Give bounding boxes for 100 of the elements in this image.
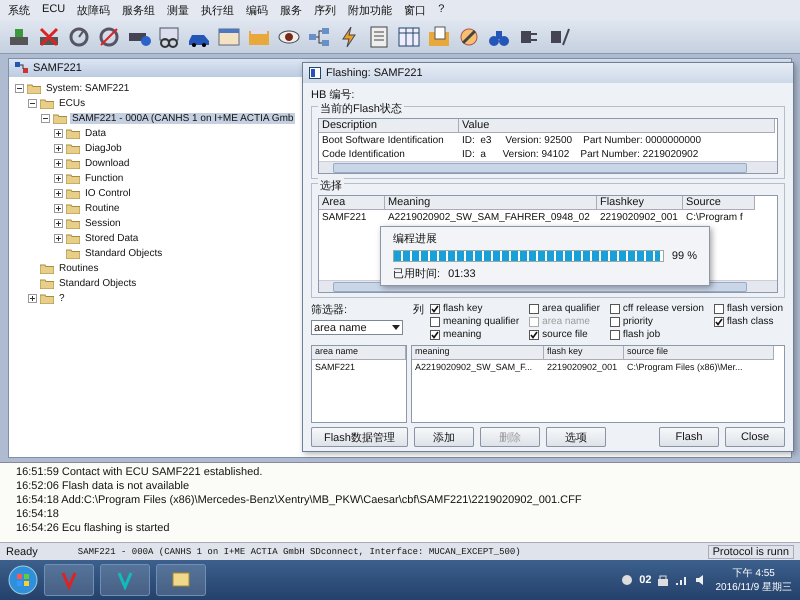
dialog-title: Flashing: SAMF221 (326, 67, 423, 79)
checkbox[interactable]: area qualifier (529, 302, 602, 315)
folder-icon (66, 203, 80, 214)
tree-item[interactable]: Routines (57, 263, 100, 274)
column-header[interactable]: meaning (412, 346, 544, 360)
menu-item[interactable]: ? (438, 3, 444, 17)
menu-item[interactable]: 编码 (246, 3, 268, 17)
button[interactable]: 选项 (546, 427, 606, 447)
tree-item[interactable]: System: SAMF221 (44, 83, 132, 94)
folder-icon (66, 173, 80, 184)
checkbox[interactable]: source file (529, 328, 602, 341)
folder-icon (66, 218, 80, 229)
log-line: 16:54:18 Add:C:\Program Files (x86)\Mercedes-Benz\Xentry\MB_PKW\Caesar\cbf\SAMF221\2219020902_001.CFF (16, 494, 583, 508)
filter-dropdown[interactable]: area name (311, 320, 403, 335)
tray-icon[interactable] (621, 574, 634, 586)
collapse-icon[interactable] (15, 84, 24, 93)
log-line: 16:52:06 Flash data is not available (16, 480, 190, 494)
elapsed-label: 已用时间: (393, 267, 440, 281)
folder-icon (66, 248, 80, 259)
folder-icon (27, 83, 41, 94)
collapse-icon[interactable] (28, 99, 37, 108)
expand-icon[interactable] (54, 144, 63, 153)
button[interactable]: 添加 (414, 427, 474, 447)
tree-item[interactable]: Stored Data (83, 233, 140, 244)
table-cell-text: ID: a Version: 94102 Part Number: 2219020902 (461, 148, 700, 160)
expand-icon[interactable] (54, 204, 63, 213)
menu-item[interactable]: 服务组 (122, 3, 156, 17)
start-button-icon[interactable] (8, 565, 38, 595)
tree-item[interactable]: Download (83, 158, 132, 169)
checkbox[interactable]: cff release version (610, 302, 706, 315)
checkbox[interactable]: flash class (714, 315, 785, 328)
menu-item[interactable]: ECU (42, 3, 66, 17)
expand-icon[interactable] (54, 234, 63, 243)
tree-item[interactable]: Standard Objects (83, 248, 164, 259)
checkbox[interactable]: flash key (430, 302, 522, 315)
lock-icon[interactable] (657, 574, 670, 586)
checkbox[interactable]: meaning qualifier (430, 315, 522, 328)
table-cell-text: Code Identification (321, 148, 406, 160)
folder-icon (53, 113, 67, 124)
expand-icon[interactable] (54, 219, 63, 228)
button[interactable]: Close (725, 427, 785, 447)
hb-label: HB 编号: (311, 88, 356, 102)
button[interactable]: Flash (659, 427, 719, 447)
taskbar-app-button[interactable] (100, 564, 150, 596)
expand-icon[interactable] (28, 294, 37, 303)
clock-date[interactable]: 2016/11/9 星期三 (715, 580, 792, 594)
checkbox[interactable]: flash version (714, 302, 785, 315)
column-header[interactable]: flash key (544, 346, 624, 360)
table-cell-text: Boot Software Identification (321, 134, 445, 146)
tree-item[interactable]: Standard Objects (57, 278, 138, 289)
glasses-window-icon[interactable] (157, 24, 181, 48)
tree-item[interactable]: Session (83, 218, 123, 229)
column-header[interactable]: Value (459, 119, 775, 133)
column-header[interactable]: area name (312, 346, 406, 360)
menu-item[interactable]: 序列 (314, 3, 336, 17)
expand-icon[interactable] (54, 129, 63, 138)
clock-time[interactable]: 下午 4:55 (732, 566, 775, 580)
menu-item[interactable]: 执行组 (201, 3, 234, 17)
checkbox[interactable]: priority (610, 315, 706, 328)
expand-icon[interactable] (54, 189, 63, 198)
tree-item[interactable]: DiagJob (83, 143, 124, 154)
button[interactable]: Flash数据管理 (311, 427, 408, 447)
tree-item[interactable]: ECUs (57, 98, 88, 109)
expand-icon[interactable] (54, 159, 63, 168)
window-icon (309, 67, 321, 79)
folder-icon (66, 233, 80, 244)
tree-item[interactable]: Data (83, 128, 108, 139)
tree-item[interactable]: IO Control (83, 188, 133, 199)
menu-item[interactable]: 附加功能 (348, 3, 392, 17)
tree-item[interactable]: Function (83, 173, 126, 184)
protocol-status: Protocol is runn (708, 544, 794, 558)
expand-icon[interactable] (54, 174, 63, 183)
menu-item[interactable]: 系统 (8, 3, 30, 17)
tree-item[interactable]: Routine (83, 203, 122, 214)
horizontal-scrollbar[interactable] (319, 161, 777, 173)
folder-icon (66, 158, 80, 169)
column-header[interactable]: Description (319, 119, 459, 133)
folder-document-icon[interactable] (427, 24, 451, 48)
taskbar-app-button[interactable] (156, 564, 206, 596)
checkbox[interactable]: meaning (430, 328, 522, 341)
menu-item[interactable]: 服务 (280, 3, 302, 17)
menu-item[interactable]: 测量 (167, 3, 190, 17)
menu-item[interactable]: 故障码 (77, 3, 110, 17)
menu-item[interactable]: 窗口 (404, 3, 426, 17)
checkbox[interactable]: flash job (610, 328, 706, 341)
table-cell-text: 2219020902_001 (546, 362, 618, 372)
folder-icon (66, 188, 80, 199)
table-cell-text: C:\Program f (685, 212, 744, 222)
table-cell-text: A2219020902_SW_SAM_FAHRER_0948_02 (387, 212, 591, 222)
tree-item[interactable]: ? (57, 293, 67, 304)
column-header[interactable]: source file (624, 346, 774, 360)
column-header[interactable]: Source (683, 196, 755, 210)
table-icon[interactable] (397, 24, 421, 48)
tree-item[interactable]: SAMF221 - 000A (CANHS 1 on I+ME ACTIA Gmb (70, 113, 296, 124)
collapse-icon[interactable] (41, 114, 50, 123)
group-title: 当前的Flash状态 (318, 101, 404, 116)
column-header[interactable]: Area (319, 196, 385, 210)
column-header[interactable]: Meaning (385, 196, 597, 210)
column-header[interactable]: Flashkey (597, 196, 683, 210)
letter-v-icon (116, 570, 134, 590)
